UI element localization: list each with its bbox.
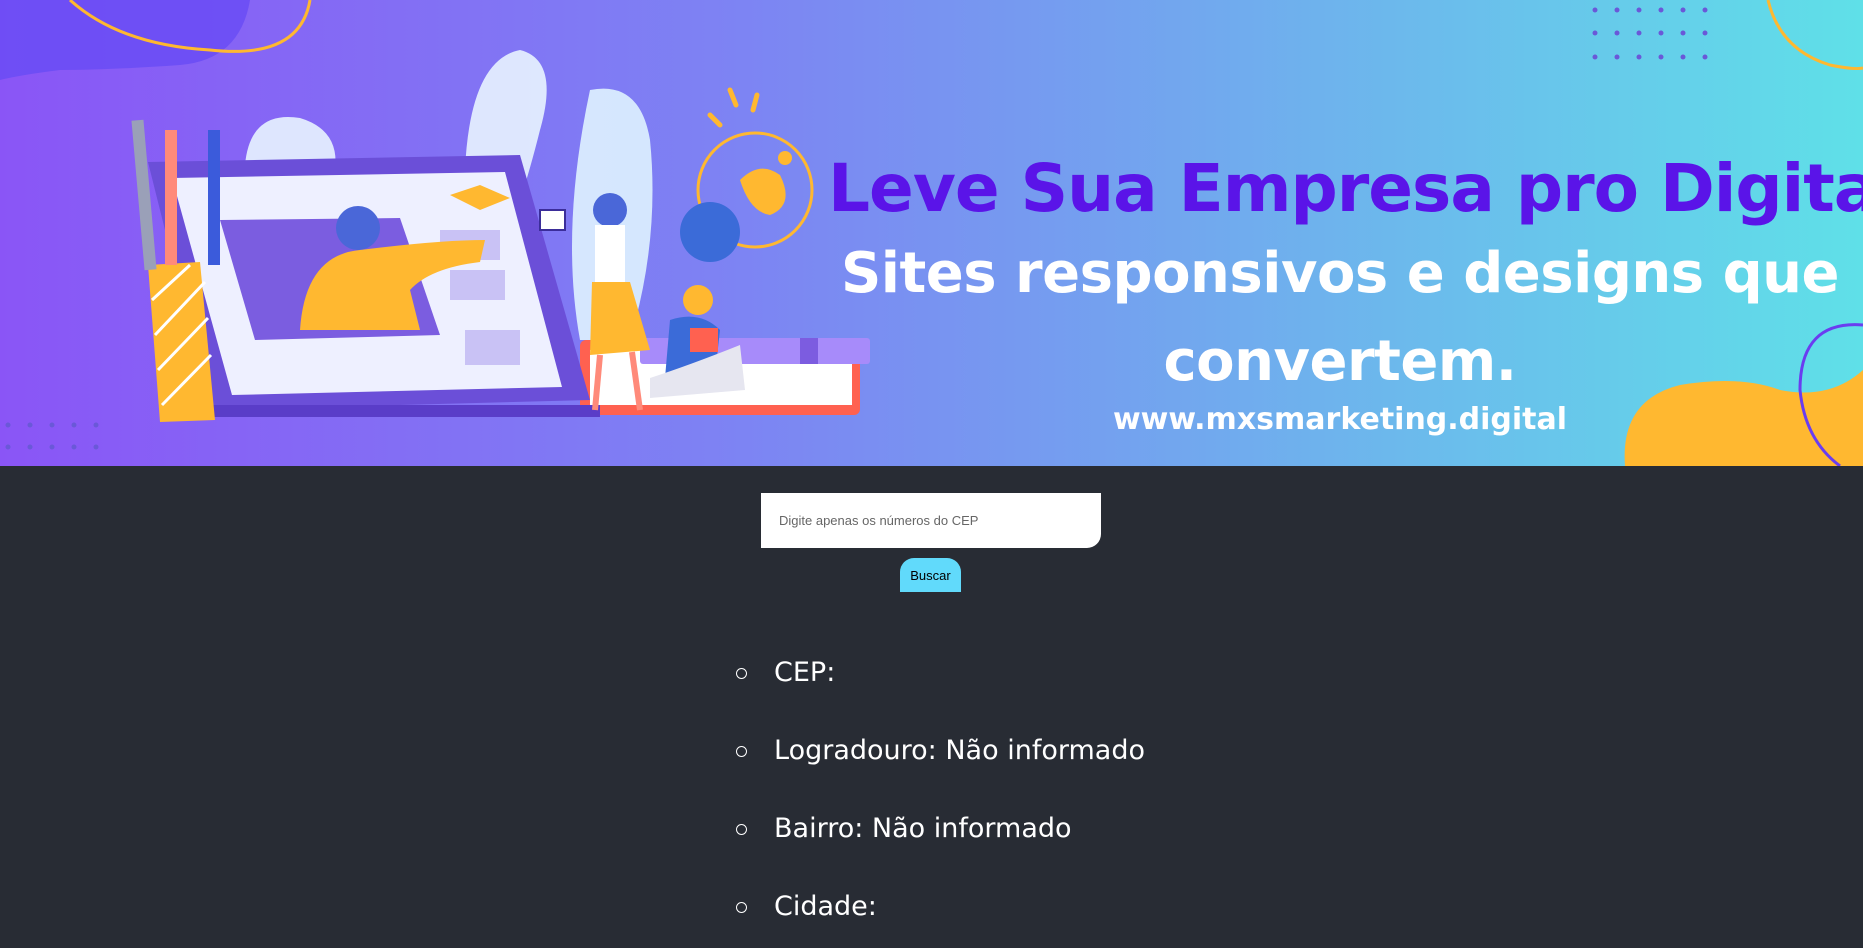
result-item-bairro: Bairro: Não informado [736,792,1145,870]
result-value: Não informado [871,813,1072,844]
search-button[interactable]: Buscar [900,558,961,592]
result-value: Não informado [945,735,1145,766]
circle-bullet-icon [736,668,747,679]
result-item-cidade: Cidade: [736,870,1145,948]
banner-headline: Leve Sua Empresa pro Digital! [828,150,1863,227]
banner-url: www.mxsmarketing.digital [1112,402,1568,437]
hero-banner: Leve Sua Empresa pro Digital! Sites resp… [0,0,1863,466]
address-result-list: CEP: Logradouro: Não informado Bairro: N… [736,636,1145,948]
circle-bullet-icon [736,824,747,835]
result-label: Cidade: [774,891,877,922]
banner-subline: Sites responsivos e designs que converte… [840,241,1840,394]
result-item-cep: CEP: [736,636,1145,714]
result-label: CEP: [774,657,836,688]
result-label: Bairro: [774,813,864,844]
cep-search-input[interactable] [761,493,1101,548]
result-item-logradouro: Logradouro: Não informado [736,714,1145,792]
circle-bullet-icon [736,902,747,913]
circle-bullet-icon [736,746,747,757]
result-label: Logradouro: [774,735,937,766]
